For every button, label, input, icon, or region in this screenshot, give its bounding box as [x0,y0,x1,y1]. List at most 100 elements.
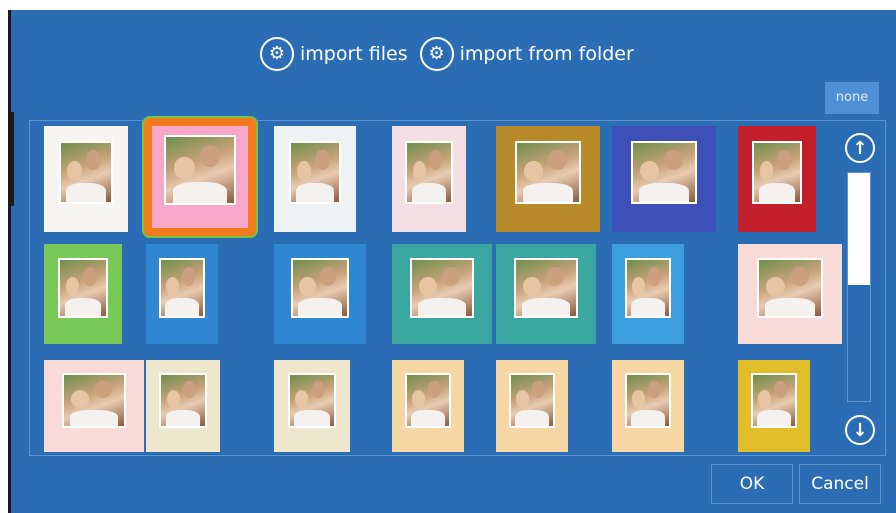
template-thumbnail-easter-eggs[interactable] [44,244,122,344]
photo-face [524,160,543,181]
scrollbar-thumb[interactable] [848,173,870,285]
photo-shirt [411,183,447,203]
template-photo [159,372,207,429]
photo-face [65,276,80,296]
photo-face [427,381,441,399]
template-thumbnail-blue-circle-wide[interactable] [274,244,366,344]
photo-face [758,390,771,408]
photo-face [311,381,326,399]
photo-shirt [64,298,102,316]
template-photo [630,140,698,205]
template-photo [404,372,452,429]
photo-face [166,276,179,296]
import-files-label: import files [300,43,408,65]
photo-face [295,390,309,408]
window-left-edge [0,0,8,513]
photo-face [174,156,195,180]
scroll-down-button[interactable]: ↓ [840,410,880,450]
template-photo [752,140,802,205]
import-from-folder-button[interactable]: ⚙ import from folder [419,37,634,71]
photo-face [546,266,564,286]
window-top-edge [0,0,896,10]
photo-face [547,149,567,171]
template-thumbnail-plain[interactable] [44,126,128,232]
template-thumbnail-pink-giraffe-2[interactable] [496,360,568,452]
template-photo [62,372,126,429]
ok-button[interactable]: OK [711,464,793,504]
photo-face [82,266,97,286]
template-thumbnail-blue-tv[interactable] [612,244,684,344]
template-photo [514,140,582,205]
template-photo [288,140,342,205]
photo-shirt [298,298,342,316]
photo-shirt [172,181,228,204]
template-thumbnail-tilted-white[interactable] [392,126,466,232]
photo-face [85,149,101,171]
photo-face [531,381,545,399]
photo-face [759,160,774,181]
template-thumbnail-pink-tv[interactable] [738,244,842,344]
photo-face [516,390,529,408]
photo-face [94,381,112,399]
template-thumbnail-cream-frame[interactable] [146,360,220,452]
photo-shirt [631,298,665,316]
template-thumbnail-yellow-giraffe[interactable] [738,360,810,452]
template-thumbnail-pink-giraffe[interactable] [392,360,464,452]
import-toolbar: ⚙ import files ⚙ import from folder [260,34,646,74]
photo-face [640,160,659,181]
template-thumbnail-birthday-candles[interactable] [612,126,716,232]
photo-shirt [515,409,549,427]
none-button[interactable]: none [825,82,879,114]
photo-shirt [757,409,791,427]
photo-face [314,149,330,171]
photo-face [319,266,337,286]
template-thumbnail-teal-pattern-2[interactable] [496,244,596,344]
template-photo [164,134,236,206]
photo-shirt [638,183,689,203]
template-thumbnail-pink-flowers[interactable] [142,116,258,238]
template-thumbnail-gold-christmas[interactable] [496,126,600,232]
cancel-button[interactable]: Cancel [799,464,881,504]
photo-face [412,390,425,408]
photo-face [663,149,683,171]
template-photo [624,258,672,318]
photo-shirt [522,183,573,203]
photo-face [299,276,316,296]
photo-face [296,160,312,181]
photo-shirt [411,409,445,427]
template-thumbnail-blue-circle[interactable] [146,244,218,344]
scroll-up-button[interactable]: ↑ [840,128,880,168]
template-photo [514,258,578,318]
photo-face [428,149,442,171]
photo-face [773,381,787,399]
import-folder-label: import from folder [459,43,634,65]
photo-face [166,390,180,408]
photo-face [67,160,82,181]
photo-face [647,266,661,286]
template-thumbnail-pink-tv-2[interactable] [44,360,144,452]
arrow-down-icon: ↓ [845,415,875,445]
template-thumbnail-red-roses[interactable] [738,126,816,232]
photo-face [776,149,791,171]
photo-face [71,390,90,408]
template-photo [58,258,108,318]
photo-face [632,390,645,408]
photo-shirt [522,298,570,316]
photo-face [523,276,542,296]
template-photo [405,140,453,205]
photo-face [182,381,196,399]
template-thumbnail-teal-pattern[interactable] [392,244,492,344]
template-thumbnail-balloons[interactable] [274,126,356,232]
template-thumbnail-cream-frame-2[interactable] [274,360,350,452]
photo-shirt [631,409,665,427]
photo-shirt [294,409,330,427]
template-photo [158,258,206,318]
dialog-side-divider [8,112,14,206]
import-files-button[interactable]: ⚙ import files [260,37,408,71]
template-thumbnail-pink-giraffe-3[interactable] [612,360,684,452]
photo-shirt [70,409,118,427]
photo-shirt [295,183,335,203]
photo-face [647,381,661,399]
template-photo [750,372,798,429]
template-photo [290,258,350,318]
